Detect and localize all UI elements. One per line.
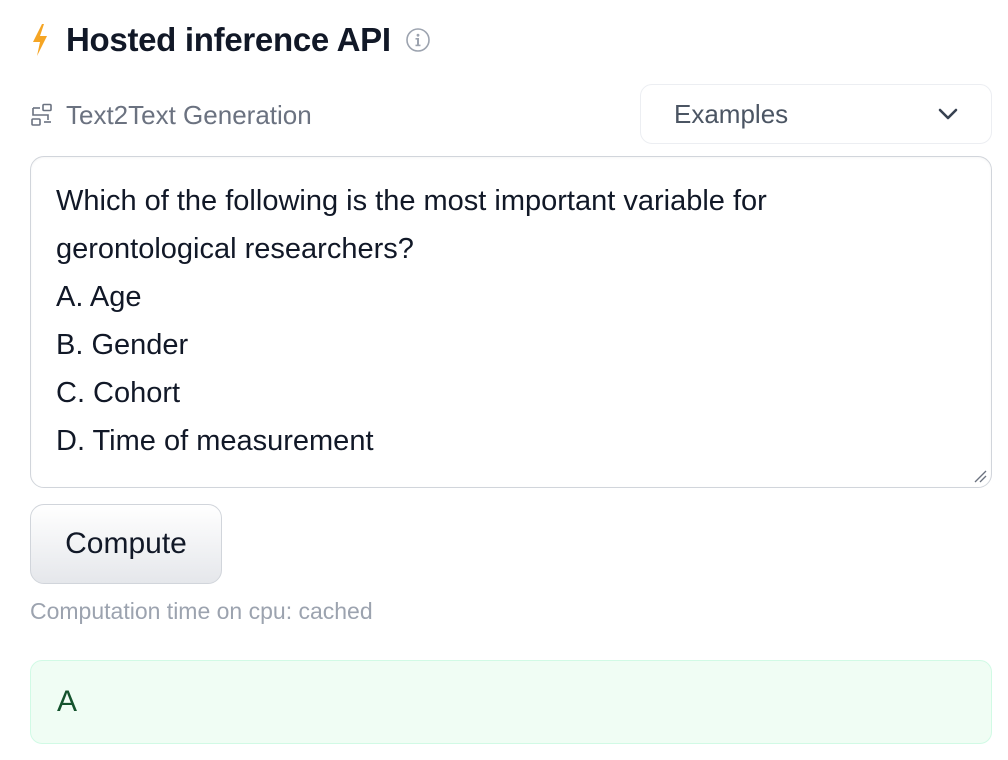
compute-button[interactable]: Compute: [30, 504, 222, 584]
widget-title: Hosted inference API: [66, 21, 391, 58]
examples-label: Examples: [674, 98, 789, 129]
computation-time: Computation time on cpu: cached: [30, 598, 373, 624]
chevron-down-icon: [937, 102, 961, 126]
text2text-icon: [30, 103, 54, 127]
prompt-textarea[interactable]: Which of the following is the most impor…: [30, 156, 992, 488]
prompt-text: Which of the following is the most impor…: [56, 185, 767, 457]
output-text: A: [57, 685, 78, 718]
widget-header: Hosted inference API: [30, 18, 431, 62]
inference-widget: Hosted inference API Text2Text Generatio…: [0, 0, 1008, 760]
resize-handle[interactable]: [971, 467, 987, 483]
examples-dropdown[interactable]: Examples: [640, 84, 992, 144]
info-icon[interactable]: [405, 27, 431, 53]
bolt-icon: [30, 22, 52, 58]
task-type: Text2Text Generation: [30, 96, 312, 134]
output-box: A: [30, 660, 992, 744]
task-label: Text2Text Generation: [66, 99, 312, 130]
